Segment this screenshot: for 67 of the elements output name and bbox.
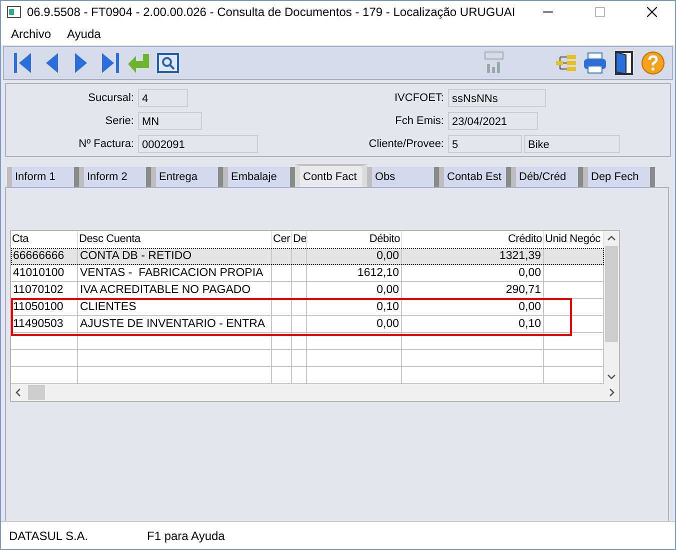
tab[interactable]: Embalaje [223, 167, 295, 187]
table-cell: 0,00 [402, 265, 544, 282]
horizontal-scrollbar[interactable] [11, 384, 619, 401]
text-field[interactable]: 23/04/2021 [448, 112, 538, 130]
previous-record-icon[interactable] [44, 51, 60, 75]
vertical-scrollbar[interactable] [604, 231, 619, 384]
menu-item[interactable]: Ayuda [61, 27, 107, 41]
table-cell: 0,00 [307, 282, 402, 299]
table-cell: 41010100 [11, 265, 78, 282]
tab[interactable]: Inform 2 [79, 167, 151, 187]
tab[interactable]: Déb/Créd [511, 167, 583, 187]
field-label: Serie: [105, 115, 134, 127]
maximize-icon [595, 7, 605, 17]
window-title: 06.9.5508 - FT0904 - 2.00.00.026 - Consulta de Documentos - 179 - Localização URUGUAI [27, 5, 516, 19]
table-cell: 0,10 [402, 316, 544, 333]
status-text: F1 para Ayuda [146, 528, 226, 542]
table-row[interactable]: 11490503 AJUSTE DE INVENTARIO - ENTRA 0,00 0,10 [11, 316, 604, 333]
tree-icon[interactable] [555, 52, 577, 74]
table-cell: 0,10 [307, 299, 402, 316]
table-row[interactable]: 41010100 VENTAS - FABRICACION PROPIA 1612,10 0,00 [11, 265, 604, 282]
text-field[interactable]: ssNsNNs [448, 89, 546, 107]
text-field[interactable]: 0002091 [138, 135, 258, 153]
text-field[interactable]: 4 [138, 89, 188, 107]
field-label: Nº Factura: [78, 138, 134, 150]
field-label: Cliente/Provee: [368, 138, 444, 150]
tab[interactable]: Inform 1 [7, 167, 79, 187]
next-record-icon[interactable] [73, 51, 89, 75]
table-cell: IVA ACREDITABLE NO PAGADO [78, 282, 272, 299]
table-cell: 1321,39 [402, 248, 544, 265]
table-cell: 290,71 [402, 282, 544, 299]
empty-row[interactable] [11, 333, 604, 350]
tab[interactable]: Contab Est [439, 167, 511, 187]
table-row[interactable]: 11050100 CLIENTES 0,10 0,00 [11, 299, 604, 316]
magnifier-icon[interactable] [157, 53, 179, 73]
text-field[interactable]: 5 [448, 135, 522, 153]
table-cell: 66666666 [11, 248, 78, 265]
printer-icon[interactable] [583, 52, 607, 74]
scrollbar-thumb[interactable] [28, 385, 45, 400]
table-cell: 0,00 [307, 248, 402, 265]
text-field[interactable]: Bike [524, 135, 620, 153]
text-field[interactable]: MN [138, 112, 202, 130]
table-cell: CONTA DB - RETIDO [78, 248, 272, 265]
scrollbar-thumb[interactable] [605, 246, 618, 342]
chart-icon [484, 51, 504, 75]
close-icon[interactable] [647, 7, 657, 17]
table-cell: AJUSTE DE INVENTARIO - ENTRA [78, 316, 272, 333]
table-row[interactable]: 66666666 CONTA DB - RETIDO 0,00 1321,39 [11, 248, 604, 265]
tab[interactable]: Entrega [151, 167, 223, 187]
door-icon[interactable] [614, 51, 634, 75]
table-cell: 11050100 [11, 299, 78, 316]
help-icon[interactable] [641, 51, 665, 75]
table-cell: 0,00 [307, 316, 402, 333]
tab[interactable]: Obs [367, 167, 439, 187]
table-cell: 1612,10 [307, 265, 402, 282]
tab[interactable]: Contb Fact [295, 164, 367, 187]
menu-item[interactable]: Archivo [5, 27, 58, 41]
tab[interactable]: Dep Fech [583, 167, 655, 187]
table-cell: 11070102 [11, 282, 78, 299]
app-icon [7, 6, 21, 18]
table-cell: CLIENTES [78, 299, 272, 316]
table-cell: 0,00 [402, 299, 544, 316]
table-cell: 11490503 [11, 316, 78, 333]
field-label: Fch Emis: [395, 115, 444, 127]
table-cell: VENTAS - FABRICACION PROPIA [78, 265, 272, 282]
field-label: Sucursal: [88, 92, 134, 104]
field-label: IVCFOET: [394, 92, 444, 104]
status-text: DATASUL S.A. [8, 528, 90, 542]
